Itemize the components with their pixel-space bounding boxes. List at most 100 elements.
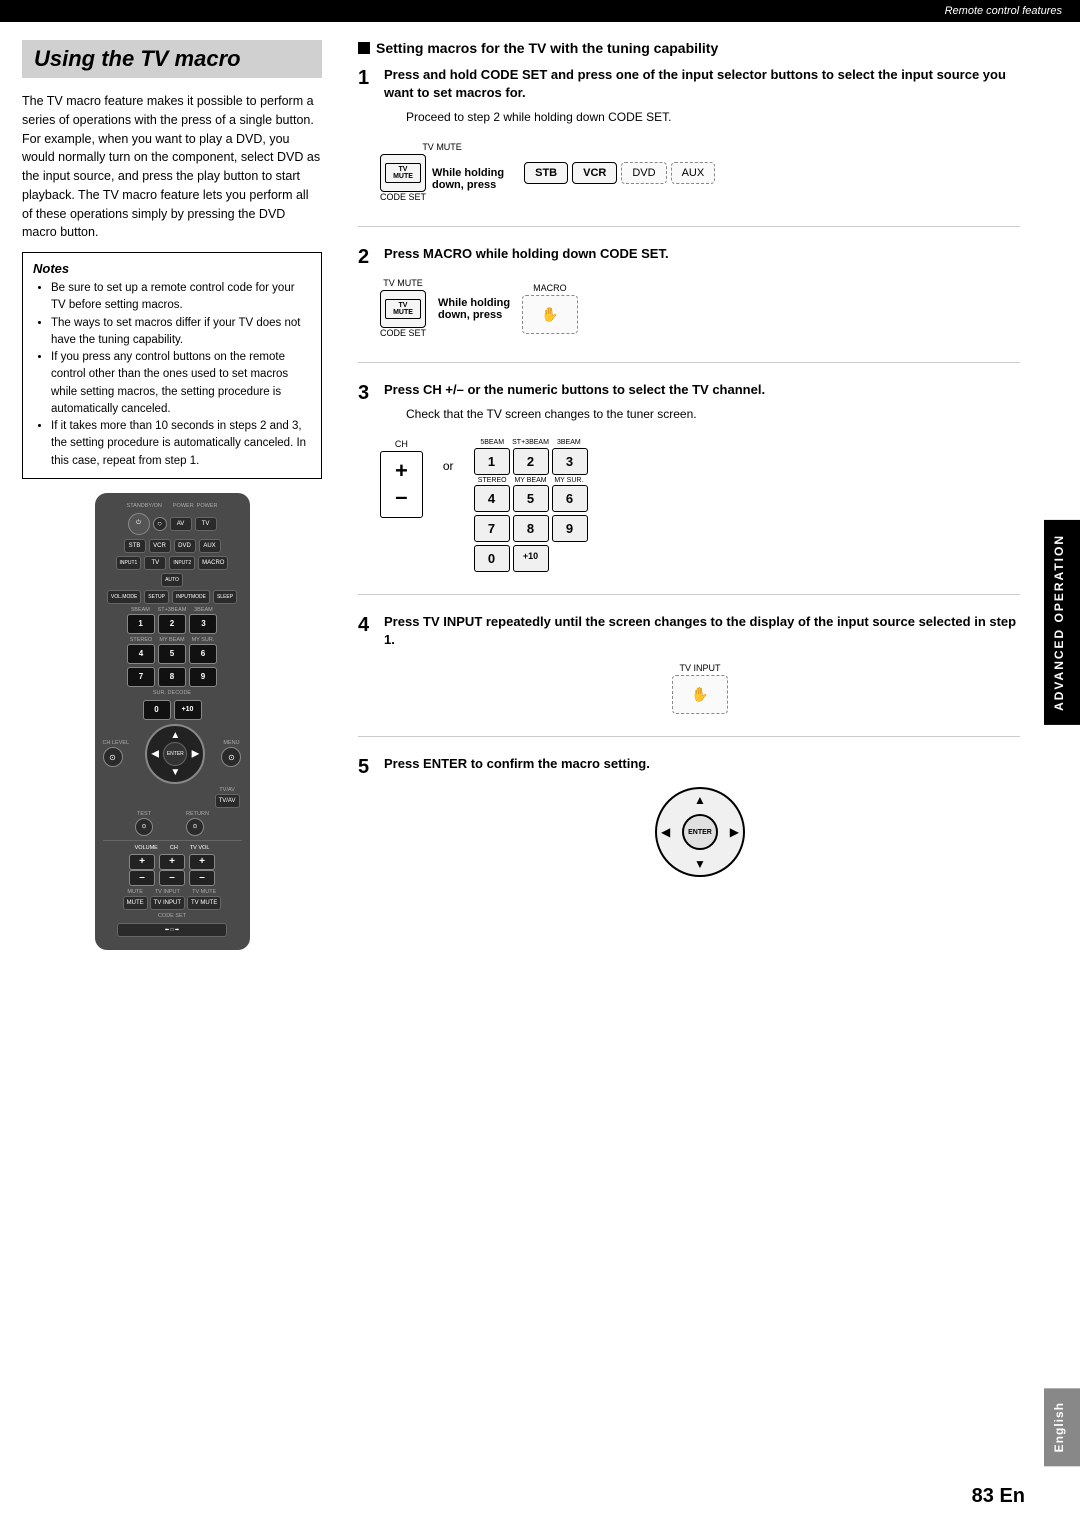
- remote-aux-btn[interactable]: AUX: [199, 539, 221, 553]
- remote-tvvol-plus[interactable]: +: [189, 854, 215, 870]
- step2-tvmute-label: TV MUTE: [380, 278, 426, 288]
- step3-btn-2: 2: [513, 448, 549, 475]
- remote-4-btn[interactable]: 4: [127, 644, 155, 664]
- remote-standby-btn[interactable]: ⏻: [128, 513, 150, 535]
- remote-power-btn[interactable]: ○: [153, 517, 167, 531]
- step-3-diagram: CH + – or 5BEAM ST+3BEAM 3BEAM 1: [380, 439, 1020, 572]
- remote-tv-btn[interactable]: TV: [195, 517, 217, 531]
- remote-vcr-btn[interactable]: VCR: [149, 539, 171, 553]
- step3-btn-7: 7: [474, 515, 510, 542]
- step3-btn-3: 3: [552, 448, 588, 475]
- step1-tvmute-label: TV MUTE: [422, 142, 462, 152]
- remote-input1-btn[interactable]: INPUT1: [116, 556, 142, 570]
- page-number: 83 En: [972, 1485, 1025, 1508]
- step3-label-stereo: STEREO: [474, 477, 511, 484]
- remote-auto-btn[interactable]: AUTO: [161, 573, 183, 587]
- step1-aux-btn: AUX: [671, 162, 716, 184]
- main-content: Using the TV macro The TV macro feature …: [0, 22, 1080, 968]
- remote-0-btn[interactable]: 0: [143, 700, 171, 720]
- remote-stb-btn[interactable]: STB: [124, 539, 146, 553]
- remote-input2-btn[interactable]: INPUT2: [169, 556, 195, 570]
- step1-input-btns: STB VCR DVD AUX: [524, 162, 715, 184]
- remote-inputmode-btn[interactable]: INPUTMODE: [172, 590, 210, 604]
- step3-label-mysur: MY SUR.: [550, 477, 587, 484]
- step3-label-sbeam: 5BEAM: [474, 439, 511, 446]
- step-4-number: 4: [358, 613, 380, 637]
- remote-dvd-btn[interactable]: DVD: [174, 539, 196, 553]
- remote-tvav-btn[interactable]: TV/AV: [215, 794, 240, 808]
- remote-10-btn[interactable]: +10: [174, 700, 202, 720]
- step3-numgrid-mid: 4 5 6: [474, 485, 588, 512]
- right-column: Setting macros for the TV with the tunin…: [340, 22, 1080, 968]
- step3-label-st3beam: ST+3BEAM: [512, 439, 549, 446]
- remote-test-btn[interactable]: ⊙: [135, 818, 153, 836]
- remote-av-btn[interactable]: AV: [170, 517, 192, 531]
- remote-codeset-area[interactable]: ⬅ □ ➡: [117, 923, 227, 937]
- step-4-heading: Press TV INPUT repeatedly until the scre…: [384, 613, 1020, 649]
- remote-volmode-btn[interactable]: VOL.MODE: [107, 590, 141, 604]
- remote-tvinput-btn[interactable]: TV INPUT: [150, 896, 185, 910]
- remote-tv2-btn[interactable]: TV: [144, 556, 166, 570]
- step1-vcr-btn: VCR: [572, 162, 617, 184]
- step-5-diagram: ENTER ▲ ▼ ◀ ▶: [380, 787, 1020, 877]
- step1-down-press: down, press: [432, 179, 496, 191]
- step-2-container: 2 Press MACRO while holding down CODE SE…: [358, 245, 1020, 362]
- remote-mute-btn[interactable]: MUTE: [123, 896, 148, 910]
- step4-tvinput-label: TV INPUT: [672, 663, 727, 673]
- remote-1-btn[interactable]: 1: [127, 614, 155, 634]
- remote-return-btn[interactable]: ⊙: [186, 818, 204, 836]
- remote-setup-btn[interactable]: SETUP: [144, 590, 169, 604]
- step2-macro-label-top: MACRO: [522, 283, 577, 293]
- remote-9-btn[interactable]: 9: [189, 667, 217, 687]
- step3-btn-9: 9: [552, 515, 588, 542]
- step2-codeset-label: CODE SET: [380, 328, 426, 338]
- remote-illustration: STANDBY/ON POWER POWER ⏻ ○ AV TV STB VCR…: [22, 493, 322, 950]
- remote-ch-plus[interactable]: +: [159, 854, 185, 870]
- note-item-2: The ways to set macros differ if your TV…: [51, 315, 311, 350]
- remote-tvvol-minus[interactable]: –: [189, 870, 215, 886]
- remote-nav-circle[interactable]: ENTER ▲ ▼ ◀ ▶: [145, 724, 205, 784]
- step-2-heading: Press MACRO while holding down CODE SET.: [384, 245, 669, 263]
- remote-vol-plus[interactable]: +: [129, 854, 155, 870]
- step5-right-arrow: ▶: [730, 825, 739, 839]
- step3-btn-6: 6: [552, 485, 588, 512]
- step-5-number: 5: [358, 755, 380, 779]
- step3-label-mybeam: MY BEAM: [512, 477, 549, 484]
- remote-vol-minus[interactable]: –: [129, 870, 155, 886]
- step3-label-beam3: 3BEAM: [550, 439, 587, 446]
- step-2-diagram: TV MUTE TVMUTE CODE SET While holding do…: [380, 278, 1020, 340]
- remote-ch-minus[interactable]: –: [159, 870, 185, 886]
- top-bar-text: Remote control features: [945, 5, 1062, 17]
- page-title: Using the TV macro: [22, 40, 322, 78]
- remote-7-btn[interactable]: 7: [127, 667, 155, 687]
- remote-control: STANDBY/ON POWER POWER ⏻ ○ AV TV STB VCR…: [95, 493, 250, 950]
- remote-5-btn[interactable]: 5: [158, 644, 186, 664]
- remote-sleep-btn[interactable]: SLEEP: [213, 590, 237, 604]
- remote-menu-btn[interactable]: ⊙: [221, 747, 241, 767]
- section-heading-text: Setting macros for the TV with the tunin…: [376, 40, 718, 56]
- advanced-operation-tab: ADVANCED OPERATION: [1044, 520, 1080, 725]
- section-heading: Setting macros for the TV with the tunin…: [358, 40, 1020, 56]
- remote-macro-btn[interactable]: MACRO: [198, 556, 228, 570]
- step5-left-arrow: ◀: [661, 825, 670, 839]
- step-2-number: 2: [358, 245, 380, 269]
- step2-macro-btn: ✋: [522, 295, 577, 334]
- step1-codeset-btn: TVMUTE: [380, 154, 426, 192]
- step5-enter-btn: ENTER: [682, 814, 718, 850]
- step2-while-holding: While holding: [438, 297, 510, 309]
- remote-tvmute-btn[interactable]: TV MUTE: [187, 896, 221, 910]
- remote-ch-level-btn[interactable]: ⊙: [103, 747, 123, 767]
- step3-or-text: or: [443, 459, 454, 473]
- left-column: Using the TV macro The TV macro feature …: [0, 22, 340, 968]
- step3-numgrid-bot: 7 8 9: [474, 515, 588, 542]
- step-3-container: 3 Press CH +/– or the numeric buttons to…: [358, 381, 1020, 595]
- step2-codeset-btn: TVMUTE: [380, 290, 426, 328]
- remote-8-btn[interactable]: 8: [158, 667, 186, 687]
- step-4-container: 4 Press TV INPUT repeatedly until the sc…: [358, 613, 1020, 737]
- notes-box: Notes Be sure to set up a remote control…: [22, 252, 322, 479]
- remote-6-btn[interactable]: 6: [189, 644, 217, 664]
- remote-enter-btn[interactable]: ENTER: [163, 742, 187, 766]
- remote-3-btn[interactable]: 3: [189, 614, 217, 634]
- remote-2-btn[interactable]: 2: [158, 614, 187, 634]
- step5-up-arrow: ▲: [694, 793, 706, 807]
